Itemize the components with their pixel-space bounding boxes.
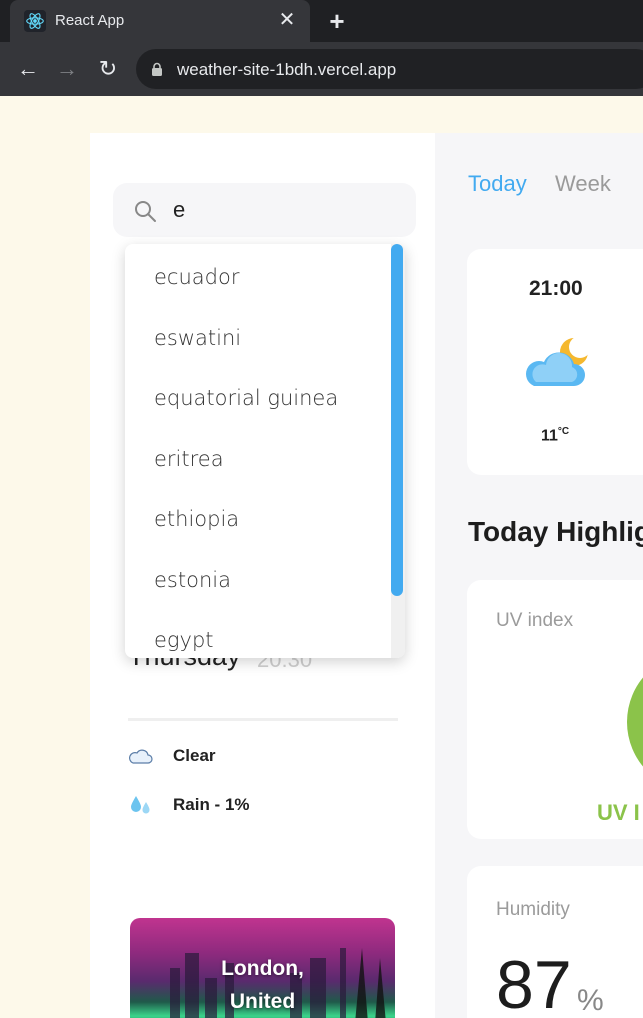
humidity-unit: %	[577, 984, 604, 1017]
suggestion-item[interactable]: estonia	[154, 568, 231, 592]
suggestion-item[interactable]: ecuador	[154, 265, 239, 289]
condition-label: Clear	[173, 746, 216, 765]
search-suggestions: ecuador eswatini equatorial guinea eritr…	[125, 244, 405, 658]
hourly-temp-unit: °C	[557, 426, 570, 437]
suggestion-item[interactable]: egypt	[154, 628, 214, 652]
hourly-card: 21:00 11°C	[467, 249, 643, 475]
suggestion-item[interactable]: eswatini	[154, 326, 241, 350]
highlights-title: Today Highlig	[468, 516, 643, 547]
browser-toolbar: ← → ↻ weather-site-1bdh.vercel.app	[0, 42, 643, 96]
tab-today[interactable]: Today	[468, 171, 527, 197]
humidity-card: Humidity 87 %	[467, 866, 643, 1018]
browser-tab-bar: React App ✕ +	[0, 0, 643, 42]
browser-tab[interactable]: React App ✕	[10, 0, 310, 42]
suggestion-item[interactable]: eritrea	[154, 447, 224, 471]
search-input[interactable]	[173, 195, 393, 225]
uv-index-card: UV index UV I	[467, 580, 643, 839]
new-tab-button[interactable]: +	[324, 8, 350, 34]
cloud-icon	[129, 749, 153, 764]
back-icon[interactable]: ←	[14, 55, 42, 83]
suggestion-item[interactable]: equatorial guinea	[154, 386, 338, 410]
react-logo-icon	[24, 10, 46, 32]
hourly-temp-value: 11	[541, 427, 558, 445]
url-text: weather-site-1bdh.vercel.app	[177, 60, 397, 79]
uv-status: UV I	[597, 800, 640, 825]
city-name-line1: London,	[221, 957, 304, 980]
address-bar[interactable]: weather-site-1bdh.vercel.app	[136, 49, 643, 89]
moon-cloud-icon	[526, 336, 591, 386]
search-icon	[135, 201, 156, 222]
humidity-value: 87	[496, 947, 572, 1018]
city-name: London, United	[130, 952, 395, 1018]
city-name-line2: United	[229, 990, 296, 1013]
raindrops-icon	[131, 796, 150, 814]
humidity-label: Humidity	[496, 899, 570, 920]
forward-icon[interactable]: →	[53, 55, 81, 83]
tab-title: React App	[55, 12, 125, 29]
close-tab-icon[interactable]: ✕	[276, 9, 298, 31]
uv-index-label: UV index	[496, 610, 574, 631]
tab-week[interactable]: Week	[555, 171, 611, 197]
city-card: London, United	[130, 918, 395, 1018]
hourly-temp: 11°C	[541, 426, 569, 445]
hourly-time: 21:00	[529, 277, 583, 300]
left-panel: ecuador eswatini equatorial guinea eritr…	[90, 133, 435, 1018]
divider	[128, 718, 398, 721]
reload-icon[interactable]: ↻	[94, 55, 122, 83]
dropdown-scrollbar-track[interactable]	[391, 244, 405, 658]
search-box[interactable]	[113, 183, 416, 237]
suggestion-item[interactable]: ethiopia	[154, 507, 239, 531]
weather-app: ecuador eswatini equatorial guinea eritr…	[0, 96, 643, 1018]
dropdown-scrollbar-thumb[interactable]	[391, 244, 403, 596]
lock-icon	[152, 62, 162, 76]
condition-label: Rain - 1%	[173, 795, 250, 814]
uv-gauge-icon	[627, 677, 643, 767]
